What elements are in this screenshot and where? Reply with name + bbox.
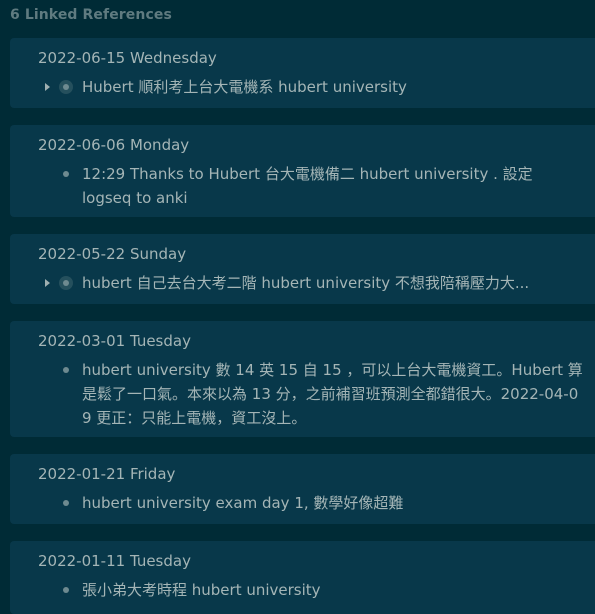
journal-date-link[interactable]: 2022-01-11 Tuesday	[38, 552, 191, 570]
journal-date-link[interactable]: 2022-01-21 Friday	[38, 465, 175, 483]
block-bullet-icon[interactable]	[59, 363, 73, 377]
reference-card: 2022-05-22 Sunday hubert 自己去台大考二階 hubert…	[10, 234, 595, 304]
journal-date-link[interactable]: 2022-06-06 Monday	[38, 136, 189, 154]
block-text[interactable]: hubert 自己去台大考二階 hubert university 不想我陪稱壓…	[82, 271, 587, 295]
block-bullet-icon[interactable]	[59, 276, 73, 290]
reference-card: 2022-06-15 Wednesday Hubert 順利考上台大電機系 hu…	[10, 38, 595, 108]
block-text[interactable]: hubert university 數 14 英 15 自 15 ，可以上台大電…	[82, 358, 587, 430]
reference-card: 2022-06-06 Monday 12:29 Thanks to Hubert…	[10, 125, 595, 217]
reference-card: 2022-01-21 Friday hubert university exam…	[10, 454, 595, 524]
expand-arrow-icon[interactable]	[45, 279, 50, 287]
reference-card: 2022-01-11 Tuesday 張小弟大考時程 hubert univer…	[10, 541, 595, 614]
expand-arrow-icon[interactable]	[45, 83, 50, 91]
block-text[interactable]: Hubert 順利考上台大電機系 hubert university	[82, 75, 587, 99]
block-bullet-icon[interactable]	[59, 496, 73, 510]
linked-references-header[interactable]: 6 Linked References	[10, 7, 172, 23]
block-bullet-icon[interactable]	[59, 167, 73, 181]
block-bullet-icon[interactable]	[59, 80, 73, 94]
block-text[interactable]: 12:29 Thanks to Hubert 台大電機備二 hubert uni…	[82, 162, 542, 210]
journal-date-link[interactable]: 2022-03-01 Tuesday	[38, 332, 191, 350]
block-text[interactable]: hubert university exam day 1, 數學好像超難	[82, 491, 587, 515]
block-text[interactable]: 張小弟大考時程 hubert university	[82, 578, 587, 602]
journal-date-link[interactable]: 2022-05-22 Sunday	[38, 245, 186, 263]
journal-date-link[interactable]: 2022-06-15 Wednesday	[38, 49, 217, 67]
reference-card: 2022-03-01 Tuesday hubert university 數 1…	[10, 321, 595, 437]
block-bullet-icon[interactable]	[59, 583, 73, 597]
